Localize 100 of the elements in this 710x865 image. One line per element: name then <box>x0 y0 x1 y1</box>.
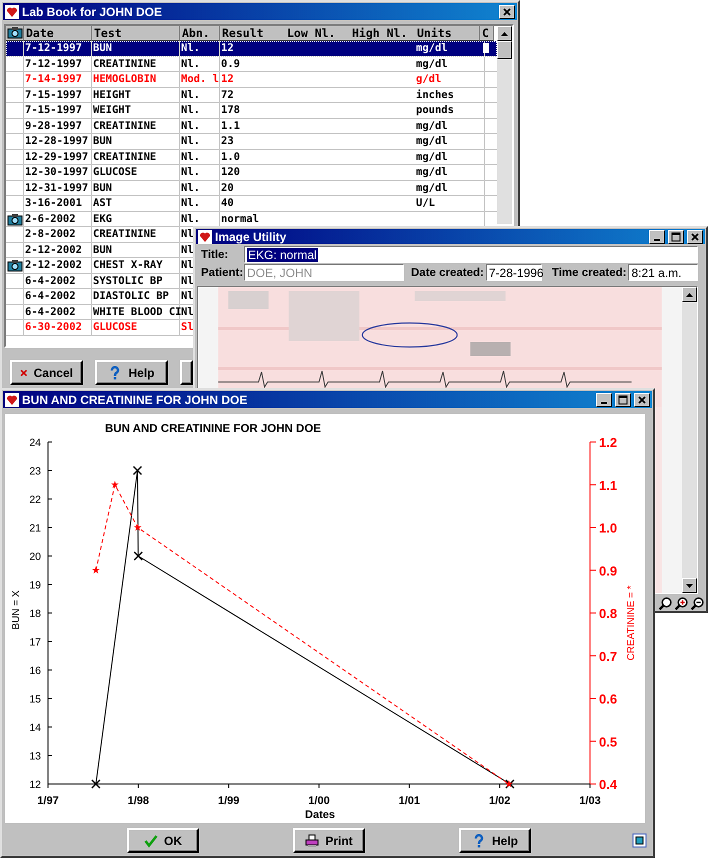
magnifier-icon[interactable] <box>658 596 673 611</box>
table-cell: 12 <box>221 73 234 85</box>
table-row[interactable]: 7-15-1997 HEIGHT Nl. 72 inches <box>6 88 497 103</box>
axis-tick-label: 0.8 <box>599 606 618 621</box>
close-button[interactable] <box>634 392 650 406</box>
scrollbar[interactable] <box>682 287 697 593</box>
table-row[interactable]: 7-14-1997 HEMOGLOBIN Mod. l 12 g/dl <box>6 72 497 88</box>
table-cell: Nl. <box>181 120 200 132</box>
scroll-up-button[interactable] <box>497 26 512 41</box>
table-cell: 12-29-1997 <box>25 150 88 162</box>
table-row[interactable]: 7-12-1997 BUN Nl. 12 mg/dl <box>6 41 497 56</box>
table-cell: HEIGHT <box>93 88 131 100</box>
table-row[interactable]: 2-6-2002 EKG Nl. normal <box>6 212 497 227</box>
scrollbar[interactable] <box>497 26 512 224</box>
axis-tick-label: 17 <box>29 636 41 648</box>
table-cell: Nl. <box>181 166 200 178</box>
table-row[interactable]: 6-30-2002 GLUCOSE Sl <box>6 320 195 336</box>
axis-tick-label: 19 <box>29 580 41 592</box>
table-row[interactable]: 7-12-1997 CREATININE Nl. 0.9 mg/dl <box>6 56 497 72</box>
zoom-out-icon[interactable] <box>690 596 705 611</box>
table-cell: normal <box>221 212 259 224</box>
table-cell: 2-12-2002 <box>25 244 82 256</box>
axis-tick-label: 15 <box>29 694 41 706</box>
table-row[interactable]: 12-29-1997 CREATININE Nl. 1.0 mg/dl <box>6 150 497 165</box>
axis-tick-label: 0.6 <box>599 692 618 706</box>
window-title: Lab Book for JOHN DOE <box>22 4 162 18</box>
axis-tick-label: 1.1 <box>599 478 618 493</box>
image-column-header[interactable] <box>6 26 24 41</box>
table-cell: 7-12-1997 <box>25 58 82 70</box>
table-row[interactable]: 3-16-2001 AST Nl. 40 U/L <box>6 196 497 212</box>
maximize-button[interactable] <box>668 230 684 244</box>
table-row[interactable]: 12-31-1997 BUN Nl. 20 mg/dl <box>6 180 497 196</box>
fit-window-icon[interactable] <box>632 833 647 848</box>
axis-tick-label: 1/98 <box>128 795 150 807</box>
dialog-button[interactable] <box>180 360 193 385</box>
table-cell: 72 <box>221 88 234 100</box>
axis-tick-label: 13 <box>29 750 41 762</box>
time-field[interactable]: 8:21 a.m. <box>628 264 698 281</box>
table-row[interactable]: 2-12-2002 BUN Nl <box>6 242 195 258</box>
column-header[interactable]: High Nl. <box>350 26 415 41</box>
close-button[interactable] <box>687 230 703 244</box>
title-field[interactable]: EKG: normal <box>244 246 698 263</box>
table-cell: CHEST X-RAY <box>93 259 163 271</box>
axis-tick-label: 16 <box>29 665 41 677</box>
table-cell: BUN <box>93 244 112 256</box>
column-header[interactable]: Test <box>92 26 180 41</box>
table-cell: mg/dl <box>416 182 448 194</box>
maximize-icon <box>618 394 628 404</box>
close-button[interactable] <box>499 4 515 18</box>
table-row[interactable]: 12-30-1997 GLUCOSE Nl. 120 mg/dl <box>6 165 497 180</box>
axis-tick-label: 1/03 <box>579 795 601 807</box>
maximize-button[interactable] <box>615 392 631 406</box>
table-row[interactable]: 6-4-2002 SYSTOLIC BP Nl <box>6 274 195 289</box>
column-header[interactable]: Low Nl. <box>285 26 350 41</box>
table-row[interactable]: 12-28-1997 BUN Nl. 23 mg/dl <box>6 134 497 150</box>
table-cell: 20 <box>221 182 234 194</box>
table-cell: 6-30-2002 <box>25 321 82 333</box>
minimize-button[interactable] <box>596 392 612 406</box>
column-header[interactable]: Date <box>24 26 92 41</box>
column-header[interactable]: C <box>480 26 494 41</box>
ok-button[interactable]: OK <box>127 828 199 853</box>
close-icon <box>502 6 512 16</box>
table-row[interactable]: 2-8-2002 CREATININE Nl <box>6 227 195 242</box>
table-cell: WEIGHT <box>93 104 131 116</box>
table-cell: 23 <box>221 135 234 147</box>
table-cell: Mod. l <box>181 73 219 85</box>
date-field[interactable]: 7-28-1996 <box>486 264 542 281</box>
table-row[interactable]: 6-4-2002 WHITE BLOOD CINl <box>6 304 195 320</box>
table-cell: AST <box>93 197 112 209</box>
column-header[interactable]: Result <box>220 26 285 41</box>
table-row[interactable]: 7-15-1997 WEIGHT Nl. 178 pounds <box>6 103 497 118</box>
axis-tick-label: 18 <box>29 608 41 620</box>
print-button[interactable]: Print <box>293 828 365 853</box>
help-button[interactable]: Help <box>459 828 531 853</box>
scroll-thumb[interactable] <box>497 41 512 59</box>
scroll-down-button[interactable] <box>682 578 697 593</box>
table-row[interactable]: 2-12-2002 CHEST X-RAY Nl <box>6 258 195 274</box>
table-row[interactable]: 6-4-2002 DIASTOLIC BP Nl <box>6 289 195 304</box>
table-cell: U/L <box>416 197 435 209</box>
axis-tick-label: 12 <box>29 779 41 791</box>
table-row[interactable]: 9-28-1997 CREATININE Nl. 1.1 mg/dl <box>6 118 497 134</box>
scroll-up-button[interactable] <box>682 287 697 302</box>
zoom-in-icon[interactable] <box>674 596 689 611</box>
table-cell: Nl <box>181 274 194 286</box>
column-header[interactable]: Units <box>415 26 480 41</box>
table-cell: Nl <box>181 306 194 318</box>
table-cell: CREATININE <box>93 150 156 162</box>
cancel-button[interactable]: Cancel <box>10 360 83 385</box>
maximize-icon <box>671 232 681 242</box>
table-cell: GLUCOSE <box>93 321 138 333</box>
column-header[interactable]: Abn. <box>180 26 220 41</box>
table-cell: BUN <box>93 135 112 147</box>
app-icon <box>198 230 212 244</box>
minimize-button[interactable] <box>649 230 665 244</box>
table-cell: mg/dl <box>416 120 448 132</box>
axis-tick-label: 0.9 <box>599 563 618 578</box>
table-cell: 178 <box>221 104 240 116</box>
help-button[interactable]: Help <box>95 360 168 385</box>
table-cell: Nl. <box>181 104 200 116</box>
table-cell: g/dl <box>416 73 442 85</box>
